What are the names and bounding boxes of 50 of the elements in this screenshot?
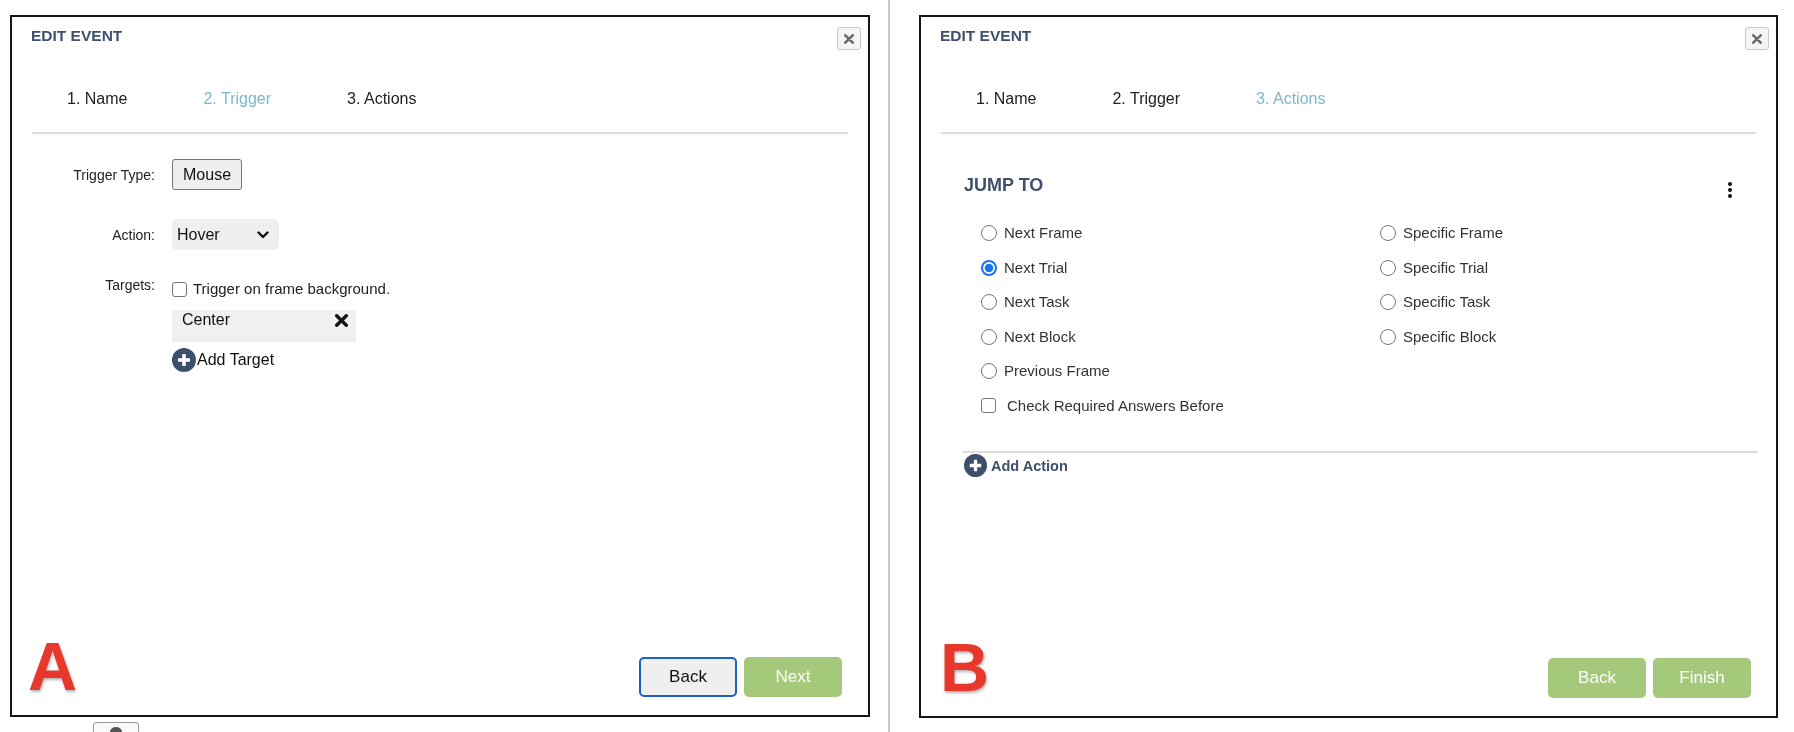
- dialog-button[interactable]: Back: [639, 657, 737, 697]
- close-button[interactable]: [1745, 27, 1769, 50]
- option-label[interactable]: Next Frame: [1004, 223, 1083, 244]
- add-target-link[interactable]: Add Target: [172, 348, 275, 372]
- option-label[interactable]: Next Block: [1004, 326, 1076, 347]
- option-label[interactable]: Next Task: [1004, 292, 1070, 313]
- figure-label: A: [28, 639, 78, 693]
- dialog-title: EDIT EVENT: [940, 26, 1032, 46]
- figure-label: B: [940, 640, 990, 694]
- close-icon[interactable]: [335, 314, 348, 327]
- trigger-type-button[interactable]: Mouse: [172, 159, 243, 190]
- plus-circle-icon: [964, 454, 987, 477]
- step-tab[interactable]: 1. Name: [67, 88, 128, 110]
- option-label[interactable]: Next Trial: [1004, 257, 1068, 278]
- radio-button[interactable]: [981, 259, 997, 276]
- field-label: Trigger Type:: [73, 165, 155, 184]
- section-heading: JUMP TO: [964, 174, 1044, 196]
- radio-button[interactable]: [981, 294, 997, 311]
- close-icon: [1752, 33, 1762, 44]
- radio-button[interactable]: [1380, 225, 1396, 242]
- checkbox[interactable]: [172, 281, 187, 297]
- dialog-title: EDIT EVENT: [31, 26, 123, 46]
- option-label[interactable]: Specific Trial: [1403, 257, 1489, 278]
- checkbox[interactable]: [981, 398, 996, 414]
- icon-button[interactable]: [93, 722, 139, 732]
- field-label: Action:: [112, 225, 155, 244]
- field-label: Targets:: [105, 276, 155, 294]
- option-label[interactable]: Previous Frame: [1004, 361, 1110, 382]
- option-label[interactable]: Specific Task: [1403, 292, 1491, 313]
- action-select[interactable]: Hover: [172, 219, 279, 250]
- target-name: Center: [182, 311, 231, 329]
- radio-button[interactable]: [981, 225, 997, 242]
- radio-button[interactable]: [981, 363, 997, 380]
- close-icon: [844, 33, 854, 44]
- step-tab[interactable]: 3. Actions: [347, 88, 417, 110]
- kebab-menu-icon[interactable]: [1728, 182, 1732, 198]
- plus-circle-icon: [172, 348, 196, 372]
- chevron-down-icon: [257, 230, 269, 239]
- step-tab[interactable]: 1. Name: [976, 88, 1037, 110]
- checkbox-label[interactable]: Trigger on frame background.: [193, 279, 391, 299]
- add-action-link[interactable]: Add Action: [964, 454, 1068, 477]
- radio-button[interactable]: [1380, 328, 1396, 345]
- step-tab[interactable]: 2. Trigger: [1112, 88, 1181, 110]
- close-button[interactable]: [837, 27, 861, 50]
- option-label[interactable]: Specific Block: [1403, 326, 1497, 347]
- checkbox-label[interactable]: Check Required Answers Before: [1007, 395, 1224, 416]
- option-label[interactable]: Specific Frame: [1403, 223, 1504, 244]
- radio-button[interactable]: [1380, 294, 1396, 311]
- radio-button[interactable]: [1380, 259, 1396, 276]
- radio-button[interactable]: [981, 328, 997, 345]
